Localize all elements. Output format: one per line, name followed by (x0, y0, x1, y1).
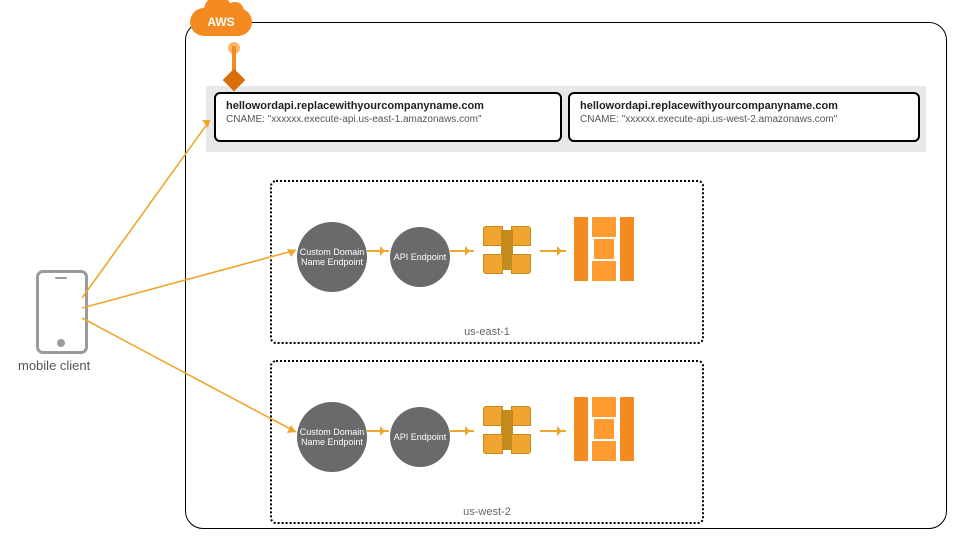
region-us-east-1: Custom Domain Name Endpoint API Endpoint… (270, 180, 704, 344)
api-endpoint-node: API Endpoint (390, 407, 450, 467)
mobile-client-label: mobile client (18, 358, 90, 373)
api-endpoint-node: API Endpoint (390, 227, 450, 287)
dns-panel: hellowordapi.replacewithyourcompanyname.… (206, 86, 926, 152)
custom-domain-endpoint-node: Custom Domain Name Endpoint (297, 222, 367, 292)
arrow-icon (450, 430, 474, 432)
dns-cname: CNAME: "xxxxxx.execute-api.us-east-1.ama… (226, 114, 550, 125)
api-gateway-icon (477, 220, 537, 280)
dns-domain: hellowordapi.replacewithyourcompanyname.… (226, 100, 550, 112)
arrow-icon (540, 430, 566, 432)
custom-domain-endpoint-node: Custom Domain Name Endpoint (297, 402, 367, 472)
aws-label: AWS (190, 8, 252, 36)
lambda-icon (572, 217, 636, 281)
architecture-diagram: AWS hellowordapi.replacewithyourcompanyn… (0, 0, 975, 548)
mobile-client-icon (36, 270, 88, 354)
region-us-west-2: Custom Domain Name Endpoint API Endpoint… (270, 360, 704, 524)
aws-cloud-icon: AWS (190, 8, 252, 36)
arrow-icon (540, 250, 566, 252)
dns-domain: hellowordapi.replacewithyourcompanyname.… (580, 100, 908, 112)
dns-record-us-west-2: hellowordapi.replacewithyourcompanyname.… (568, 92, 920, 142)
arrow-icon (367, 250, 389, 252)
arrow-icon (367, 430, 389, 432)
lambda-icon (572, 397, 636, 461)
dns-cname: CNAME: "xxxxxx.execute-api.us-west-2.ama… (580, 114, 908, 125)
region-label: us-east-1 (272, 326, 702, 338)
route53-icon (220, 46, 248, 90)
api-gateway-icon (477, 400, 537, 460)
dns-record-us-east-1: hellowordapi.replacewithyourcompanyname.… (214, 92, 562, 142)
arrow-icon (450, 250, 474, 252)
region-label: us-west-2 (272, 506, 702, 518)
